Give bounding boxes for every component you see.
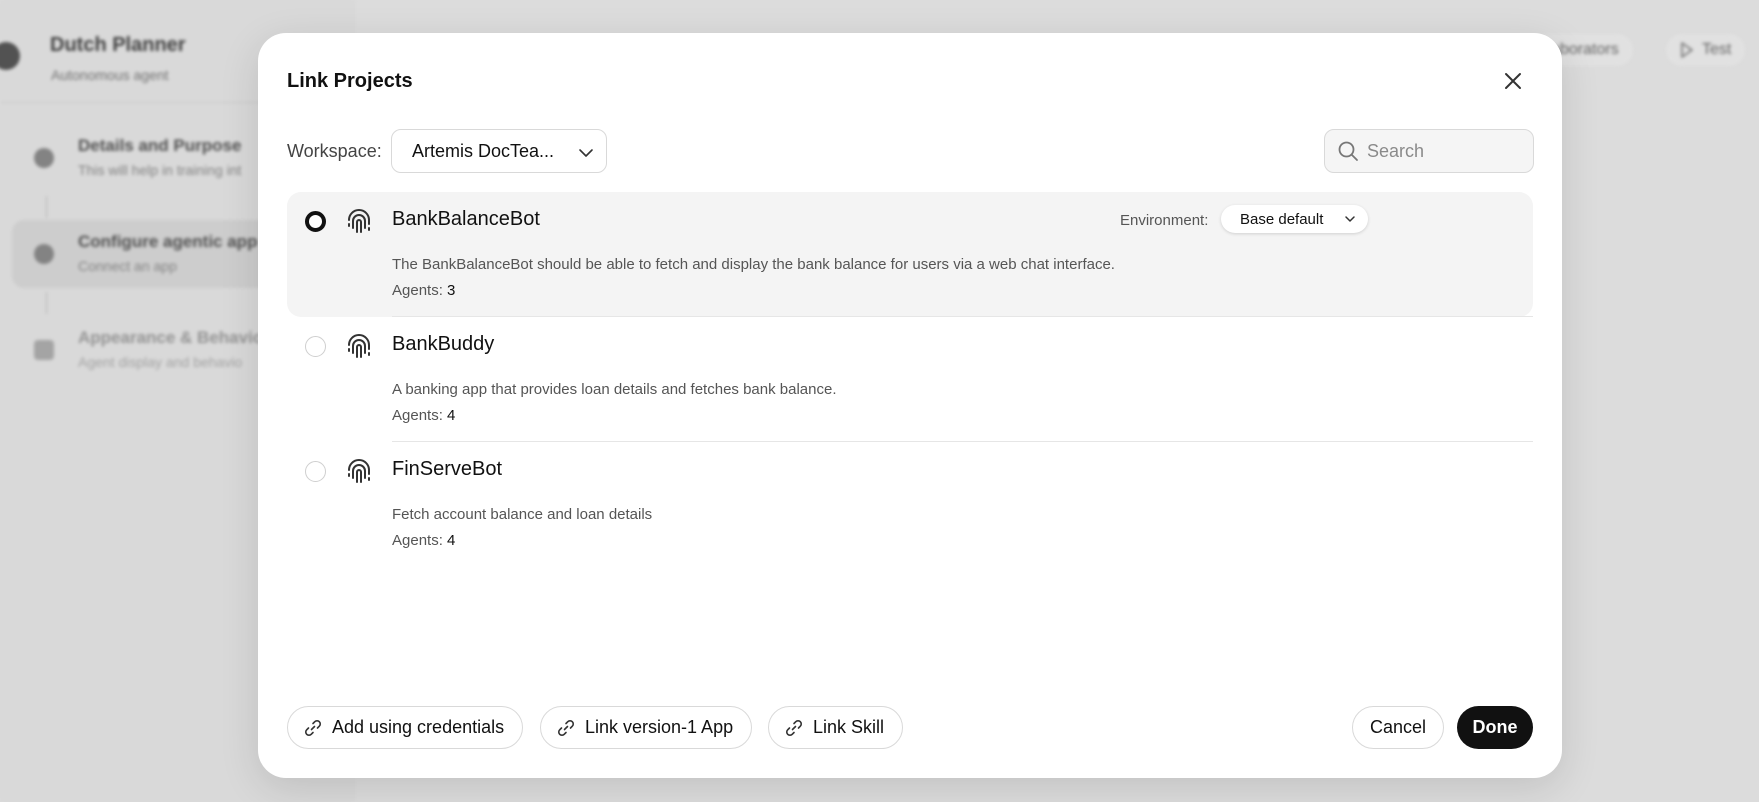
- add-credentials-label: Add using credentials: [332, 717, 505, 737]
- project-agents: Agents: 4: [392, 407, 455, 424]
- project-radio[interactable]: [305, 336, 326, 357]
- search-icon: [1338, 141, 1358, 161]
- done-button[interactable]: Done: [1457, 706, 1533, 749]
- project-description: The BankBalanceBot should be able to fet…: [392, 256, 1115, 273]
- cancel-button[interactable]: Cancel: [1352, 706, 1444, 749]
- link-icon: [557, 719, 575, 736]
- add-using-credentials-button[interactable]: Add using credentials: [287, 706, 524, 749]
- project-list: BankBalanceBot Environment: Base default…: [287, 192, 1533, 567]
- workspace-value: Artemis DocTea...: [412, 140, 555, 161]
- agents-count: 3: [447, 282, 456, 299]
- modal-title: Link Projects: [287, 70, 413, 92]
- fingerprint-icon: [348, 459, 370, 483]
- project-description: A banking app that provides loan details…: [392, 381, 837, 398]
- chevron-down-icon: [579, 149, 593, 157]
- link-projects-modal: Link Projects Workspace: Artemis DocTea.…: [258, 33, 1562, 778]
- search-box[interactable]: [1324, 129, 1534, 173]
- link-v1-label: Link version-1 App: [585, 717, 734, 737]
- chevron-down-icon: [1345, 216, 1355, 222]
- project-name: BankBuddy: [392, 333, 495, 355]
- link-icon: [785, 719, 803, 736]
- agents-count: 4: [447, 407, 456, 424]
- project-agents: Agents: 4: [392, 532, 455, 549]
- search-input[interactable]: [1367, 140, 1517, 162]
- project-radio[interactable]: [305, 211, 326, 232]
- agents-count: 4: [447, 532, 456, 549]
- project-agents: Agents: 3: [392, 282, 455, 299]
- link-skill-button[interactable]: Link Skill: [768, 706, 904, 749]
- agents-label: Agents:: [392, 282, 443, 299]
- workspace-label: Workspace:: [287, 141, 382, 161]
- environment-value: Base default: [1240, 210, 1324, 228]
- link-version-1-app-button[interactable]: Link version-1 App: [540, 706, 753, 749]
- fingerprint-icon: [348, 334, 370, 358]
- link-icon: [304, 719, 322, 736]
- project-row-bankbalancebot[interactable]: BankBalanceBot Environment: Base default…: [287, 192, 1533, 317]
- project-row-finservebot[interactable]: FinServeBot Fetch account balance and lo…: [287, 442, 1533, 567]
- link-skill-label: Link Skill: [813, 717, 885, 737]
- project-radio[interactable]: [305, 461, 326, 482]
- project-description: Fetch account balance and loan details: [392, 506, 653, 523]
- environment-label: Environment:: [1120, 212, 1209, 229]
- agents-label: Agents:: [392, 407, 443, 424]
- workspace-select[interactable]: Artemis DocTea...: [391, 129, 607, 173]
- close-button[interactable]: [1500, 68, 1526, 94]
- project-name: BankBalanceBot: [392, 208, 540, 230]
- environment-select[interactable]: Base default: [1221, 205, 1368, 233]
- agents-label: Agents:: [392, 532, 443, 549]
- fingerprint-icon: [348, 209, 370, 233]
- project-row-bankbuddy[interactable]: BankBuddy A banking app that provides lo…: [287, 317, 1533, 442]
- close-icon: [1505, 73, 1521, 89]
- project-name: FinServeBot: [392, 458, 503, 480]
